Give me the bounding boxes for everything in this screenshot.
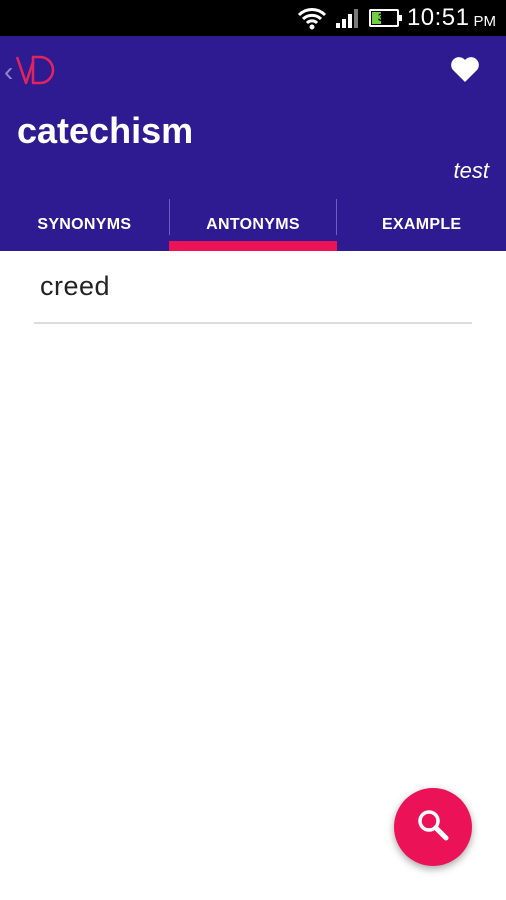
active-tab-indicator [168, 241, 338, 251]
status-ampm: PM [473, 12, 497, 30]
app-header: ‹ catechism test SYNONYMS ANTONYMS EXAMP… [0, 36, 506, 251]
search-icon [416, 808, 450, 847]
list-item[interactable]: creed [34, 251, 472, 324]
word-title: catechism [17, 110, 194, 151]
results-list: creed [0, 251, 506, 324]
heart-icon [450, 55, 480, 88]
tab-example[interactable]: EXAMPLE [337, 199, 506, 251]
tab-label: ANTONYMS [206, 216, 300, 233]
favorite-button[interactable] [448, 54, 482, 88]
back-button[interactable]: ‹ [4, 54, 66, 90]
category-label: test [453, 158, 489, 183]
tab-label: EXAMPLE [381, 216, 462, 233]
status-bar: 37 10:51 PM [0, 0, 506, 36]
tab-bar: SYNONYMS ANTONYMS EXAMPLE [0, 199, 506, 251]
tab-divider [168, 199, 170, 235]
battery-icon: 37 [368, 9, 402, 27]
battery-level: 37 [377, 12, 391, 24]
signal-icon [335, 7, 361, 29]
status-time: 10:51 [406, 4, 470, 31]
search-button[interactable] [394, 788, 472, 866]
tab-antonyms[interactable]: ANTONYMS [168, 199, 338, 251]
wifi-icon [297, 6, 327, 30]
chevron-left-icon: ‹ [4, 56, 14, 87]
tab-synonyms[interactable]: SYNONYMS [0, 199, 169, 251]
tab-label: SYNONYMS [37, 216, 132, 233]
list-item-text: creed [40, 271, 111, 301]
app-logo [15, 54, 57, 91]
